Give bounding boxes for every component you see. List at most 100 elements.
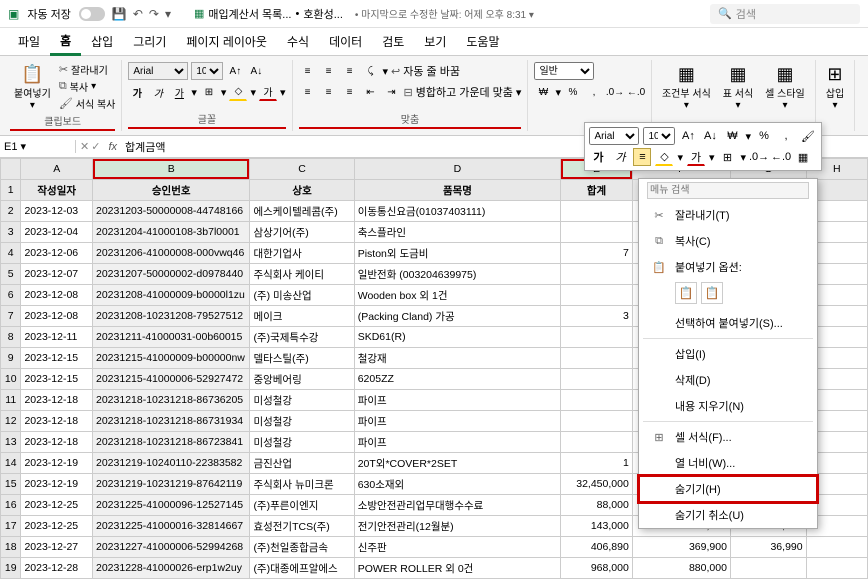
cell[interactable]: 6205ZZ [354, 369, 561, 390]
cell[interactable]: 삼상기어(주) [250, 222, 354, 243]
row-head-19[interactable]: 19 [1, 558, 21, 579]
mini-format-painter-icon[interactable]: 🖌 [799, 127, 817, 145]
col-head-A[interactable]: A [21, 159, 93, 180]
row-head-9[interactable]: 9 [1, 348, 21, 369]
cell[interactable]: 주식회사 케이티 [250, 264, 354, 285]
search-box[interactable]: 🔍 검색 [710, 4, 860, 24]
font-size-select[interactable]: 10 [191, 62, 223, 80]
cell[interactable] [561, 222, 633, 243]
cm-insert[interactable]: 삽입(I) [639, 341, 817, 367]
row-head-17[interactable]: 17 [1, 516, 21, 537]
cell[interactable]: 630소재외 [354, 474, 561, 495]
cell[interactable]: 대한기업사 [250, 243, 354, 264]
font-color-button[interactable]: 가 [259, 83, 277, 101]
header-cell[interactable]: 작성일자 [21, 180, 93, 201]
menu-search-input[interactable] [647, 182, 809, 199]
cell[interactable]: 2023-12-19 [21, 474, 93, 495]
cm-cut[interactable]: ✂잘라내기(T) [639, 202, 817, 228]
col-head-B[interactable]: B [93, 159, 250, 180]
cell[interactable] [561, 285, 633, 306]
qat-dropdown-icon[interactable]: ▾ [165, 7, 171, 21]
confirm-formula-icon[interactable]: ✓ [91, 140, 100, 153]
paste-option-all[interactable]: 📋 [675, 282, 697, 304]
cell[interactable]: 32,450,000 [561, 474, 633, 495]
tab-보기[interactable]: 보기 [414, 29, 456, 54]
format-painter-button[interactable]: 🖌서식 복사 [59, 96, 116, 111]
cell[interactable]: 파이프 [354, 411, 561, 432]
cell[interactable]: Piston외 도금비 [354, 243, 561, 264]
cell[interactable]: 20231225-41000096-12527145 [93, 495, 250, 516]
cell[interactable]: 7 [561, 243, 633, 264]
cell[interactable]: 20231203-50000008-44748166 [93, 201, 250, 222]
cell[interactable]: (주) 미송산업 [250, 285, 354, 306]
cell[interactable]: 20231207-50000002-d0978440 [93, 264, 250, 285]
tab-그리기[interactable]: 그리기 [123, 29, 176, 54]
cell[interactable]: 중앙베어링 [250, 369, 354, 390]
currency-button[interactable]: ₩ [534, 83, 552, 101]
row-head-2[interactable]: 2 [1, 201, 21, 222]
cell[interactable] [730, 558, 806, 579]
font-name-select[interactable]: Arial [128, 62, 188, 80]
cell[interactable]: 20231215-41000006-52927472 [93, 369, 250, 390]
cell[interactable]: 20231215-41000009-b00000nw [93, 348, 250, 369]
cm-paste-special[interactable]: 선택하여 붙여넣기(S)... [639, 310, 817, 336]
cell[interactable]: 88,000 [561, 495, 633, 516]
cell[interactable]: 3 [561, 306, 633, 327]
cell[interactable]: 2023-12-11 [21, 327, 93, 348]
insert-cells-button[interactable]: ⊞삽입▾ [822, 62, 848, 113]
mini-bold-button[interactable]: 가 [589, 148, 607, 166]
cell-styles-button[interactable]: ▦셀 스타일▾ [761, 62, 809, 113]
mini-align-button[interactable]: ≡ [633, 148, 651, 166]
cell[interactable]: 2023-12-03 [21, 201, 93, 222]
mini-size-select[interactable]: 10 [643, 127, 675, 145]
tab-데이터[interactable]: 데이터 [319, 29, 372, 54]
tab-삽입[interactable]: 삽입 [81, 29, 123, 54]
row-head-10[interactable]: 10 [1, 369, 21, 390]
bold-button[interactable]: 가 [128, 83, 146, 101]
paste-option-values[interactable]: 📋 [701, 282, 723, 304]
underline-button[interactable]: 가 [170, 83, 188, 101]
comma-button[interactable]: , [585, 83, 603, 101]
cell[interactable]: 2023-12-18 [21, 411, 93, 432]
fill-color-button[interactable]: ◇ [229, 83, 247, 101]
cell[interactable]: 406,890 [561, 537, 633, 558]
cell[interactable]: 2023-12-28 [21, 558, 93, 579]
cell[interactable]: 파이프 [354, 432, 561, 453]
cell[interactable] [561, 390, 633, 411]
row-head-6[interactable]: 6 [1, 285, 21, 306]
increase-font-icon[interactable]: A↑ [226, 62, 244, 80]
row-head-11[interactable]: 11 [1, 390, 21, 411]
cell[interactable]: 2023-12-07 [21, 264, 93, 285]
cell[interactable] [561, 411, 633, 432]
cell[interactable]: 2023-12-08 [21, 285, 93, 306]
cell[interactable]: 20231219-10231219-87642119 [93, 474, 250, 495]
align-left-button[interactable]: ≡ [299, 83, 317, 101]
cell[interactable] [561, 327, 633, 348]
cell[interactable]: 주식회사 뉴미크론 [250, 474, 354, 495]
cell[interactable] [561, 348, 633, 369]
dec-decimal-button[interactable]: ←.0 [627, 83, 645, 101]
mini-dec-dec-icon[interactable]: ←.0 [772, 148, 790, 166]
cell[interactable] [561, 264, 633, 285]
filename[interactable]: 매입계산서 목록... [208, 6, 291, 22]
tab-파일[interactable]: 파일 [8, 29, 50, 54]
cancel-formula-icon[interactable]: ✕ [80, 140, 89, 153]
cm-delete[interactable]: 삭제(D) [639, 367, 817, 393]
cell[interactable]: 20231227-41000006-52994268 [93, 537, 250, 558]
row-head-16[interactable]: 16 [1, 495, 21, 516]
row-head-1[interactable]: 1 [1, 180, 21, 201]
cell[interactable] [561, 432, 633, 453]
align-top-button[interactable]: ≡ [299, 62, 317, 80]
cell[interactable]: 20231211-41000031-00b60015 [93, 327, 250, 348]
wrap-text-button[interactable]: ↩자동 줄 바꿈 [391, 63, 460, 79]
cell[interactable]: 20231225-41000016-32814667 [93, 516, 250, 537]
cell[interactable]: 2023-12-27 [21, 537, 93, 558]
mini-cond-format-icon[interactable]: ▦ [794, 148, 812, 166]
tab-도움말[interactable]: 도움말 [456, 29, 509, 54]
cond-format-button[interactable]: ▦조건부 서식▾ [658, 62, 715, 113]
cell[interactable]: 2023-12-19 [21, 453, 93, 474]
cell[interactable]: 이동통신요금(01037403111) [354, 201, 561, 222]
mini-inc-dec-icon[interactable]: .0→ [750, 148, 768, 166]
align-bottom-button[interactable]: ≡ [341, 62, 359, 80]
tab-수식[interactable]: 수식 [277, 29, 319, 54]
